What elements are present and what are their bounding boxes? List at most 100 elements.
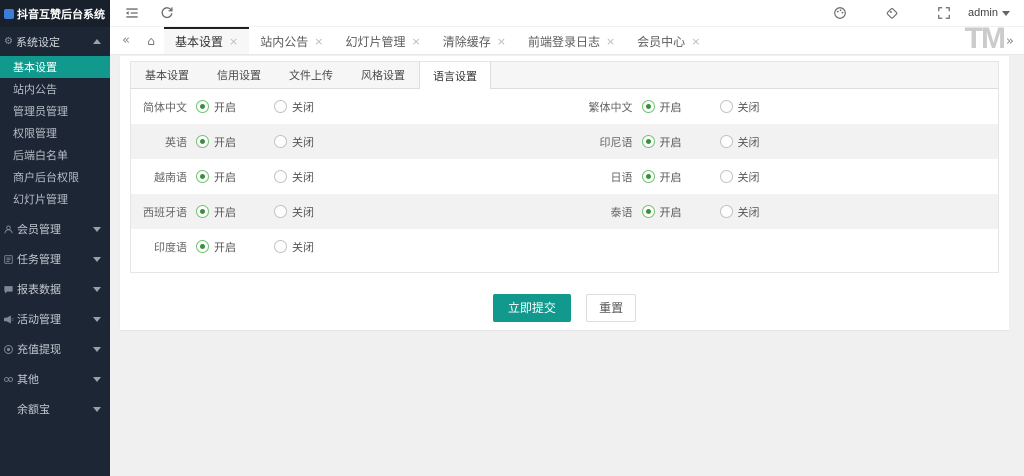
radio-icon[interactable] xyxy=(274,170,287,183)
field-vietnamese: 越南语 开启 关闭 xyxy=(131,169,565,185)
radio-icon[interactable] xyxy=(196,170,209,183)
radio-on[interactable]: 开启 xyxy=(642,204,682,220)
user-icon xyxy=(3,224,14,235)
sidebar-group-recharge-withdraw[interactable]: 充值提现 xyxy=(0,334,110,364)
sidebar-item-admin-management[interactable]: 管理员管理 xyxy=(0,100,110,122)
radio-icon[interactable] xyxy=(642,135,655,148)
radio-icon[interactable] xyxy=(274,100,287,113)
radio-icon[interactable] xyxy=(274,205,287,218)
tab-basic-settings-inner[interactable]: 基本设置 xyxy=(131,62,203,88)
sidebar-group-task-management[interactable]: 任务管理 xyxy=(0,244,110,274)
collapse-menu-icon[interactable] xyxy=(124,6,139,21)
caret-down-icon xyxy=(1002,11,1010,16)
radio-icon[interactable] xyxy=(720,205,733,218)
tabs-scroll-left-button[interactable]: « xyxy=(114,27,138,54)
radio-icon[interactable] xyxy=(274,135,287,148)
sidebar-item-slideshow-management[interactable]: 幻灯片管理 xyxy=(0,188,110,210)
radio-on[interactable]: 开启 xyxy=(642,99,682,115)
tasks-icon xyxy=(3,254,14,265)
sidebar-group-member-management[interactable]: 会员管理 xyxy=(0,214,110,244)
close-icon[interactable]: × xyxy=(314,35,323,48)
tab-basic-settings[interactable]: 基本设置× xyxy=(164,27,249,54)
radio-off[interactable]: 关闭 xyxy=(274,239,314,255)
radio-icon[interactable] xyxy=(720,170,733,183)
radio-off[interactable]: 关闭 xyxy=(720,204,760,220)
sidebar-item-merchant-backend-permission[interactable]: 商户后台权限 xyxy=(0,166,110,188)
close-icon[interactable]: × xyxy=(691,35,700,48)
radio-off[interactable]: 关闭 xyxy=(720,134,760,150)
radio-off[interactable]: 关闭 xyxy=(274,169,314,185)
radio-icon[interactable] xyxy=(642,170,655,183)
home-icon[interactable]: ⌂ xyxy=(138,27,164,54)
sidebar-submenu: 基本设置 站内公告 管理员管理 权限管理 后端白名单 商户后台权限 幻灯片管理 xyxy=(0,56,110,210)
close-icon[interactable]: × xyxy=(606,35,615,48)
tab-credit-settings[interactable]: 信用设置 xyxy=(203,62,275,88)
form-row: 越南语 开启 关闭 日语 开启 关闭 xyxy=(131,159,998,194)
radio-off[interactable]: 关闭 xyxy=(720,169,760,185)
radio-icon[interactable] xyxy=(196,240,209,253)
tab-file-upload[interactable]: 文件上传 xyxy=(275,62,347,88)
sidebar-group-yuebao[interactable]: 余额宝 xyxy=(0,394,110,424)
tab-style-settings[interactable]: 风格设置 xyxy=(347,62,419,88)
radio-icon[interactable] xyxy=(642,205,655,218)
tabs-scroll-right-button[interactable]: » xyxy=(1006,27,1014,55)
sidebar-group-activity-management[interactable]: 活动管理 xyxy=(0,304,110,334)
radio-on[interactable]: 开启 xyxy=(196,204,236,220)
radio-on[interactable]: 开启 xyxy=(642,169,682,185)
radio-on[interactable]: 开启 xyxy=(196,169,236,185)
submit-button[interactable]: 立即提交 xyxy=(493,294,571,322)
radio-icon[interactable] xyxy=(196,100,209,113)
fullscreen-icon[interactable] xyxy=(936,6,951,21)
radio-icon[interactable] xyxy=(642,100,655,113)
admin-dropdown[interactable]: admin xyxy=(968,7,1010,19)
form-row: 英语 开启 关闭 印尼语 开启 关闭 xyxy=(131,124,998,159)
tab-language-settings[interactable]: 语言设置 xyxy=(419,62,491,89)
radio-icon[interactable] xyxy=(720,100,733,113)
form-row: 西班牙语 开启 关闭 泰语 开启 关闭 xyxy=(131,194,998,229)
settings-card: 基本设置 信用设置 文件上传 风格设置 语言设置 简体中文 开启 关闭 繁体中文… xyxy=(120,56,1009,330)
radio-on[interactable]: 开启 xyxy=(196,239,236,255)
main-content: 基本设置 信用设置 文件上传 风格设置 语言设置 简体中文 开启 关闭 繁体中文… xyxy=(110,55,1024,476)
sidebar-item-backend-whitelist[interactable]: 后端白名单 xyxy=(0,144,110,166)
caret-down-icon xyxy=(93,347,101,352)
tag-icon[interactable] xyxy=(884,6,899,21)
report-icon xyxy=(3,284,14,295)
radio-icon[interactable] xyxy=(196,135,209,148)
radio-icon[interactable] xyxy=(196,205,209,218)
radio-off[interactable]: 关闭 xyxy=(274,204,314,220)
settings-tab-strip: 基本设置 信用设置 文件上传 风格设置 语言设置 xyxy=(131,62,998,89)
radio-off[interactable]: 关闭 xyxy=(274,134,314,150)
close-icon[interactable]: × xyxy=(497,35,506,48)
tab-site-announcement[interactable]: 站内公告× xyxy=(249,27,334,54)
app-logo[interactable]: 抖音互赞后台系统 xyxy=(0,0,110,27)
radio-on[interactable]: 开启 xyxy=(642,134,682,150)
form-actions: 立即提交 重置 xyxy=(130,294,999,322)
form-row: 简体中文 开启 关闭 繁体中文 开启 关闭 xyxy=(131,89,998,124)
radio-icon[interactable] xyxy=(720,135,733,148)
sidebar-group-other[interactable]: 其他 xyxy=(0,364,110,394)
sidebar-item-site-announcement[interactable]: 站内公告 xyxy=(0,78,110,100)
header-right-controls: admin xyxy=(832,6,1010,21)
caret-down-icon xyxy=(93,287,101,292)
sidebar-item-basic-settings[interactable]: 基本设置 xyxy=(0,56,110,78)
close-icon[interactable]: × xyxy=(229,35,238,48)
caret-down-icon xyxy=(93,257,101,262)
tab-clear-cache[interactable]: 清除缓存× xyxy=(432,27,517,54)
refresh-icon[interactable] xyxy=(159,6,174,21)
field-indonesian: 印尼语 开启 关闭 xyxy=(565,134,999,150)
radio-off[interactable]: 关闭 xyxy=(720,99,760,115)
radio-on[interactable]: 开启 xyxy=(196,99,236,115)
close-icon[interactable]: × xyxy=(411,35,420,48)
tab-frontend-login-log[interactable]: 前端登录日志× xyxy=(517,27,626,54)
radio-on[interactable]: 开启 xyxy=(196,134,236,150)
radio-icon[interactable] xyxy=(274,240,287,253)
tab-slideshow-management[interactable]: 幻灯片管理× xyxy=(334,27,431,54)
sidebar-group-system-settings[interactable]: ⚙ 系统设定 xyxy=(0,27,110,56)
theme-icon[interactable] xyxy=(832,6,847,21)
sidebar: 抖音互赞后台系统 ⚙ 系统设定 基本设置 站内公告 管理员管理 权限管理 后端白… xyxy=(0,0,110,476)
tab-member-center[interactable]: 会员中心× xyxy=(626,27,711,54)
sidebar-item-permission-management[interactable]: 权限管理 xyxy=(0,122,110,144)
radio-off[interactable]: 关闭 xyxy=(274,99,314,115)
sidebar-group-report-data[interactable]: 报表数据 xyxy=(0,274,110,304)
reset-button[interactable]: 重置 xyxy=(586,294,636,322)
